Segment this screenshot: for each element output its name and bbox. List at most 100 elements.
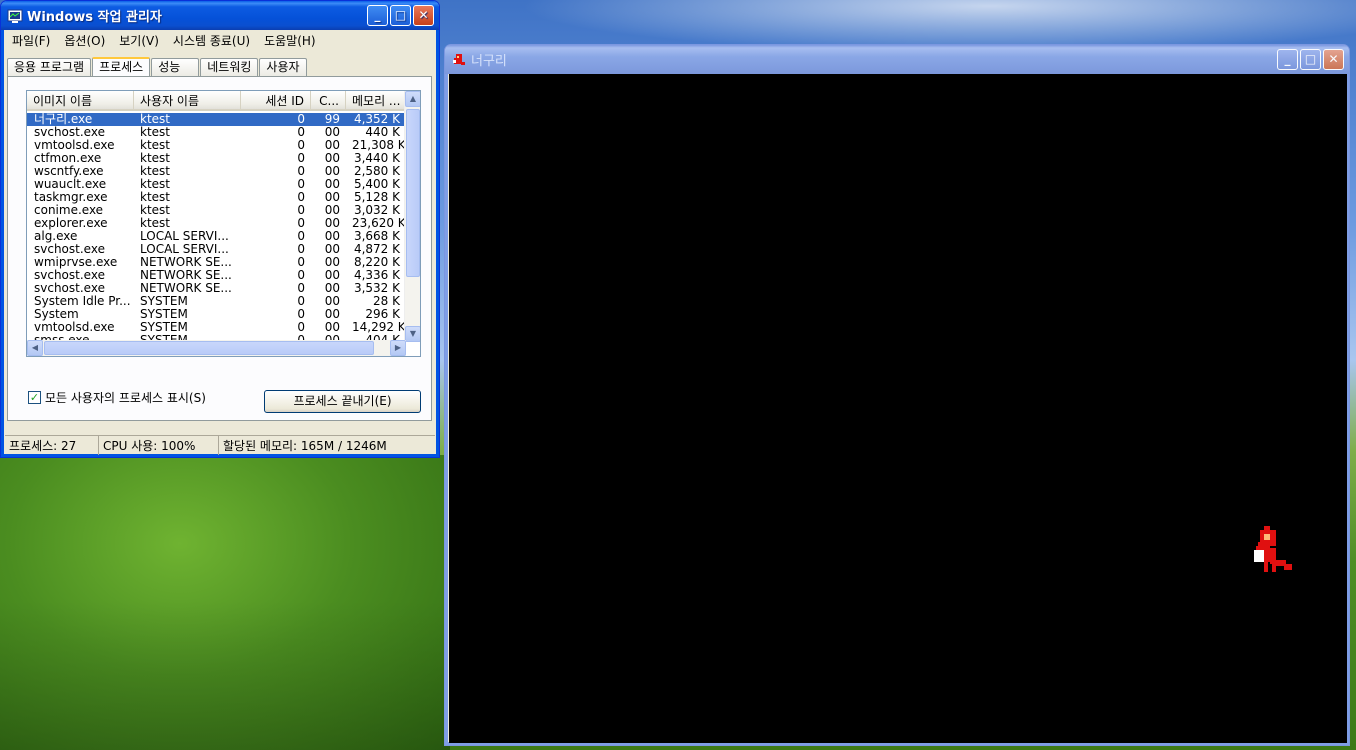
task-manager-icon — [7, 8, 23, 24]
row-memory: 28 K — [373, 295, 400, 308]
row-cpu: 00 — [324, 152, 340, 165]
game-minimize-button[interactable]: _ — [1277, 49, 1298, 70]
row-image-name: taskmgr.exe — [34, 191, 108, 204]
table-row[interactable]: svchost.exe ktest 0 00 440 K — [27, 126, 406, 139]
row-image-name: ctfmon.exe — [34, 152, 102, 165]
row-cpu: 00 — [324, 139, 340, 152]
row-memory: 3,032 K — [353, 204, 400, 217]
row-cpu: 00 — [324, 256, 340, 269]
status-bar: 프로세스: 27 CPU 사용: 100% 할당된 메모리: 165M / 12… — [5, 435, 435, 455]
menu-options[interactable]: 옵션(O) — [57, 32, 112, 49]
row-memory: 8,220 K — [353, 256, 400, 269]
desktop-wallpaper-shadow — [0, 600, 450, 750]
game-close-button[interactable]: ✕ — [1323, 49, 1344, 70]
table-row[interactable]: wuauclt.exe ktest 0 00 5,400 K — [27, 178, 406, 191]
row-session-id: 0 — [297, 152, 305, 165]
row-session-id: 0 — [297, 295, 305, 308]
maximize-button[interactable]: □ — [390, 5, 411, 26]
row-user-name: ktest — [140, 178, 170, 191]
table-row[interactable]: vmtoolsd.exe SYSTEM 0 00 14,292 K — [27, 321, 406, 334]
process-list[interactable]: 이미지 이름 사용자 이름 세션 ID C... 메모리 ... 너구리.exe… — [26, 90, 421, 357]
row-cpu: 00 — [324, 204, 340, 217]
close-button[interactable]: ✕ — [413, 5, 434, 26]
scroll-down-icon[interactable]: ▼ — [405, 326, 420, 342]
column-session-id[interactable]: 세션 ID — [241, 91, 311, 109]
row-session-id: 0 — [297, 113, 305, 126]
column-image-name[interactable]: 이미지 이름 — [27, 91, 134, 109]
column-memory[interactable]: 메모리 ... — [346, 91, 406, 109]
row-user-name: SYSTEM — [140, 321, 188, 334]
menu-help[interactable]: 도움말(H) — [257, 32, 323, 49]
row-image-name: 너구리.exe — [34, 113, 93, 126]
end-process-button[interactable]: 프로세스 끝내기(E) — [264, 390, 421, 413]
row-memory: 3,532 K — [353, 282, 400, 295]
row-cpu: 00 — [324, 191, 340, 204]
row-session-id: 0 — [297, 308, 305, 321]
horizontal-scrollbar[interactable]: ◀ ▶ — [27, 340, 406, 356]
row-session-id: 0 — [297, 282, 305, 295]
row-memory: 5,128 K — [353, 191, 400, 204]
column-cpu[interactable]: C... — [311, 91, 346, 109]
row-image-name: svchost.exe — [34, 282, 105, 295]
table-row[interactable]: conime.exe ktest 0 00 3,032 K — [27, 204, 406, 217]
tab-applications[interactable]: 응용 프로그램 — [7, 58, 92, 76]
row-session-id: 0 — [297, 269, 305, 282]
row-session-id: 0 — [297, 204, 305, 217]
tab-performance[interactable]: 성능 — [151, 58, 200, 76]
table-row[interactable]: System SYSTEM 0 00 296 K — [27, 308, 406, 321]
table-row[interactable]: explorer.exe ktest 0 00 23,620 K — [27, 217, 406, 230]
tab-networking[interactable]: 네트워킹 — [200, 58, 259, 76]
table-row[interactable]: wmiprvse.exe NETWORK SE... 0 00 8,220 K — [27, 256, 406, 269]
processes-panel: 이미지 이름 사용자 이름 세션 ID C... 메모리 ... 너구리.exe… — [7, 76, 432, 421]
row-user-name: ktest — [140, 204, 170, 217]
menu-shutdown[interactable]: 시스템 종료(U) — [166, 32, 257, 49]
scroll-up-icon[interactable]: ▲ — [405, 91, 420, 107]
table-row[interactable]: svchost.exe NETWORK SE... 0 00 3,532 K — [27, 282, 406, 295]
row-session-id: 0 — [297, 178, 305, 191]
table-row[interactable]: svchost.exe NETWORK SE... 0 00 4,336 K — [27, 269, 406, 282]
row-cpu: 00 — [324, 178, 340, 191]
tab-processes[interactable]: 프로세스 — [92, 57, 151, 77]
row-image-name: svchost.exe — [34, 126, 105, 139]
row-image-name: conime.exe — [34, 204, 104, 217]
row-cpu: 00 — [324, 217, 340, 230]
scroll-thumb[interactable] — [406, 109, 420, 277]
menu-file[interactable]: 파일(F) — [5, 32, 57, 49]
hscroll-thumb[interactable] — [44, 341, 374, 355]
row-cpu: 00 — [324, 321, 340, 334]
row-memory: 5,400 K — [353, 178, 400, 191]
table-row[interactable]: svchost.exe LOCAL SERVI... 0 00 4,872 K — [27, 243, 406, 256]
table-row[interactable]: taskmgr.exe ktest 0 00 5,128 K — [27, 191, 406, 204]
game-canvas[interactable] — [449, 74, 1347, 743]
table-row[interactable]: 너구리.exe ktest 0 99 4,352 K — [27, 113, 406, 126]
table-row[interactable]: System Idle Pr... SYSTEM 0 00 28 K — [27, 295, 406, 308]
table-row[interactable]: vmtoolsd.exe ktest 0 00 21,308 K — [27, 139, 406, 152]
tab-users[interactable]: 사용자 — [259, 58, 307, 76]
row-memory: 4,352 K — [353, 113, 400, 126]
row-user-name: SYSTEM — [140, 308, 188, 321]
show-all-users-option[interactable]: ✓ 모든 사용자의 프로세스 표시(S) — [28, 389, 206, 406]
menu-view[interactable]: 보기(V) — [112, 32, 166, 49]
scroll-right-icon[interactable]: ▶ — [390, 340, 406, 356]
row-memory: 21,308 K — [352, 139, 406, 152]
row-image-name: wscntfy.exe — [34, 165, 104, 178]
task-manager-titlebar[interactable]: Windows 작업 관리자 _ □ ✕ — [1, 1, 439, 30]
scroll-left-icon[interactable]: ◀ — [27, 340, 43, 356]
row-user-name: NETWORK SE... — [140, 256, 232, 269]
game-maximize-button[interactable]: □ — [1300, 49, 1321, 70]
game-titlebar[interactable]: 너구리 _ □ ✕ — [445, 45, 1349, 74]
vertical-scrollbar[interactable]: ▲ ▼ — [404, 91, 420, 342]
row-session-id: 0 — [297, 139, 305, 152]
row-session-id: 0 — [297, 256, 305, 269]
table-row[interactable]: alg.exe LOCAL SERVI... 0 00 3,668 K — [27, 230, 406, 243]
minimize-button[interactable]: _ — [367, 5, 388, 26]
raccoon-sprite-icon — [1254, 526, 1292, 572]
column-user-name[interactable]: 사용자 이름 — [134, 91, 241, 109]
show-all-users-checkbox[interactable]: ✓ — [28, 391, 41, 404]
row-image-name: vmtoolsd.exe — [34, 321, 115, 334]
process-list-header: 이미지 이름 사용자 이름 세션 ID C... 메모리 ... — [27, 91, 406, 111]
table-row[interactable]: ctfmon.exe ktest 0 00 3,440 K — [27, 152, 406, 165]
row-memory: 3,668 K — [353, 230, 400, 243]
table-row[interactable]: wscntfy.exe ktest 0 00 2,580 K — [27, 165, 406, 178]
row-image-name: wmiprvse.exe — [34, 256, 118, 269]
